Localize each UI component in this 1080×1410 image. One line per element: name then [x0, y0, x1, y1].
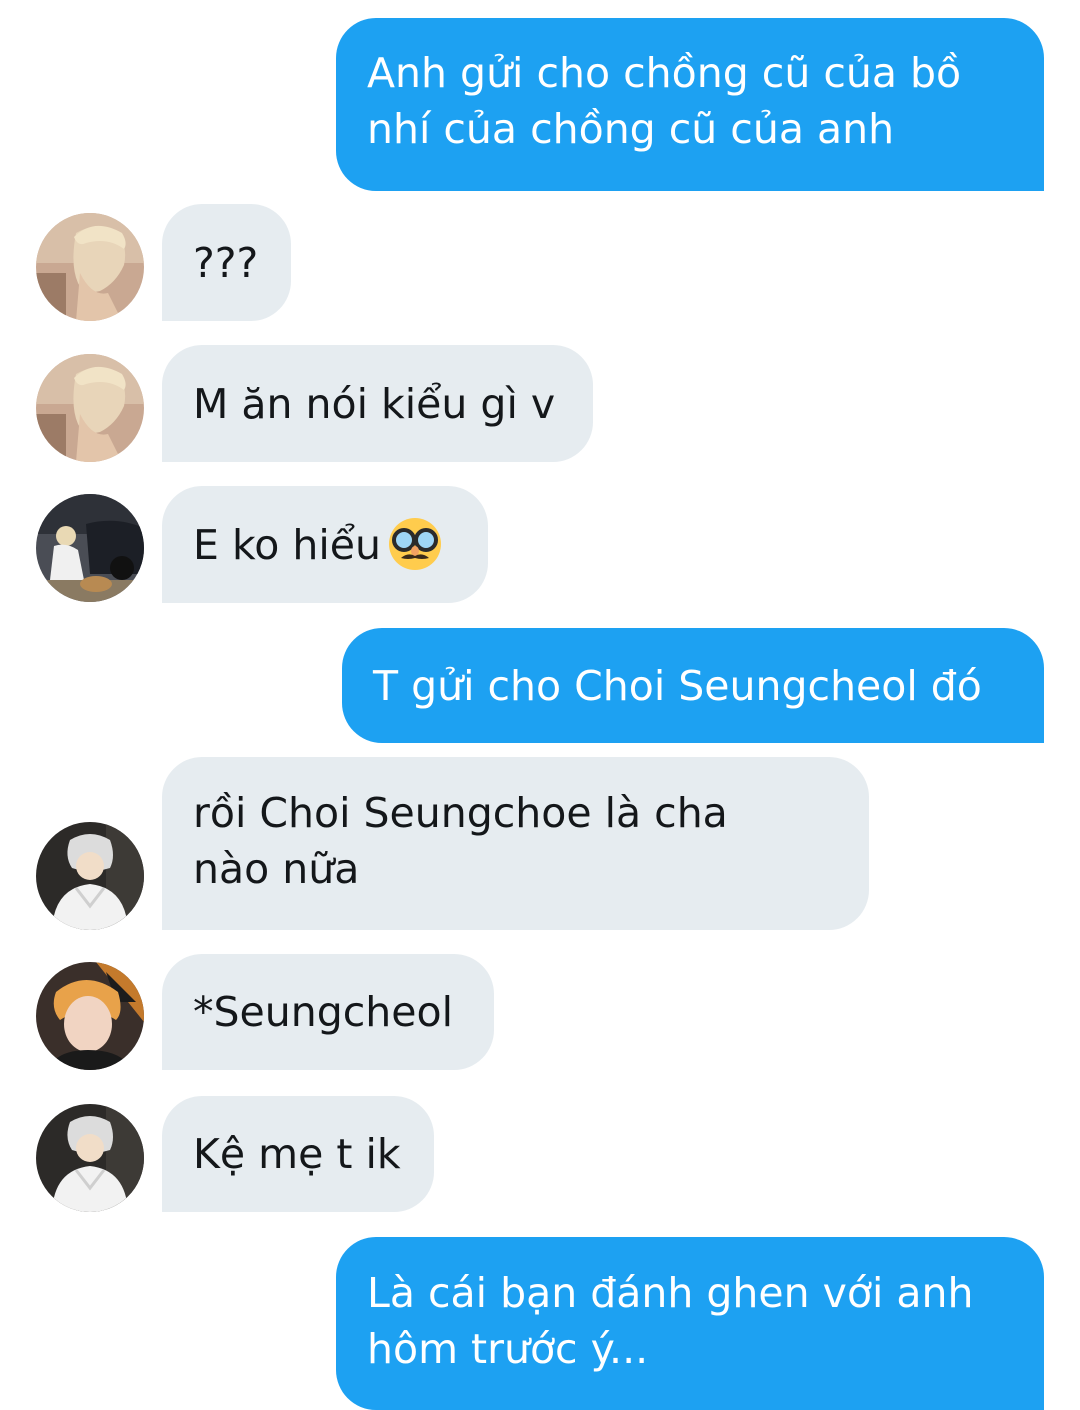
message-bubble-outgoing[interactable]: T gửi cho Choi Seungcheol đó	[342, 628, 1044, 743]
message-bubble-incoming[interactable]: *Seungcheol	[162, 954, 494, 1070]
message-text: M ăn nói kiểu gì v	[193, 380, 556, 428]
message-text: E ko hiểu	[193, 521, 381, 569]
message-text-line: Là cái bạn đánh ghen với anh	[367, 1269, 974, 1317]
message-bubble-incoming[interactable]: rồi Choi Seungchoe là cha nào nữa	[162, 757, 869, 930]
crouching-car-photo	[36, 494, 144, 602]
avatar[interactable]	[36, 1104, 144, 1212]
avatar[interactable]	[36, 494, 144, 602]
white-hoodie-photo	[36, 1104, 144, 1212]
disguised-face-emoji	[387, 516, 443, 572]
blonde-profile-photo	[36, 213, 144, 321]
avatar[interactable]	[36, 822, 144, 930]
message-text-line: rồi Choi Seungchoe là cha	[193, 789, 728, 837]
message-text-line: Anh gửi cho chồng cũ của bồ	[367, 49, 962, 97]
message-text: T gửi cho Choi Seungcheol đó	[373, 662, 982, 710]
message-text-line: nào nữa	[193, 845, 360, 893]
orange-hair-photo	[36, 962, 144, 1070]
avatar[interactable]	[36, 354, 144, 462]
message-bubble-outgoing[interactable]: Là cái bạn đánh ghen với anh hôm trước ý…	[336, 1237, 1044, 1410]
white-hoodie-photo	[36, 822, 144, 930]
message-bubble-outgoing[interactable]: Anh gửi cho chồng cũ của bồ nhí của chồn…	[336, 18, 1044, 191]
blonde-profile-photo	[36, 354, 144, 462]
avatar[interactable]	[36, 213, 144, 321]
avatar[interactable]	[36, 962, 144, 1070]
message-text: *Seungcheol	[193, 988, 453, 1036]
message-bubble-incoming[interactable]: ???	[162, 204, 291, 321]
message-text-line: nhí của chồng cũ của anh	[367, 105, 895, 153]
message-bubble-incoming[interactable]: E ko hiểu	[162, 486, 488, 603]
message-text: ???	[193, 239, 259, 287]
message-bubble-incoming[interactable]: Kệ mẹ t ik	[162, 1096, 434, 1212]
message-bubble-incoming[interactable]: M ăn nói kiểu gì v	[162, 345, 593, 462]
message-text-line: hôm trước ý...	[367, 1325, 649, 1373]
message-text: Kệ mẹ t ik	[193, 1130, 401, 1178]
